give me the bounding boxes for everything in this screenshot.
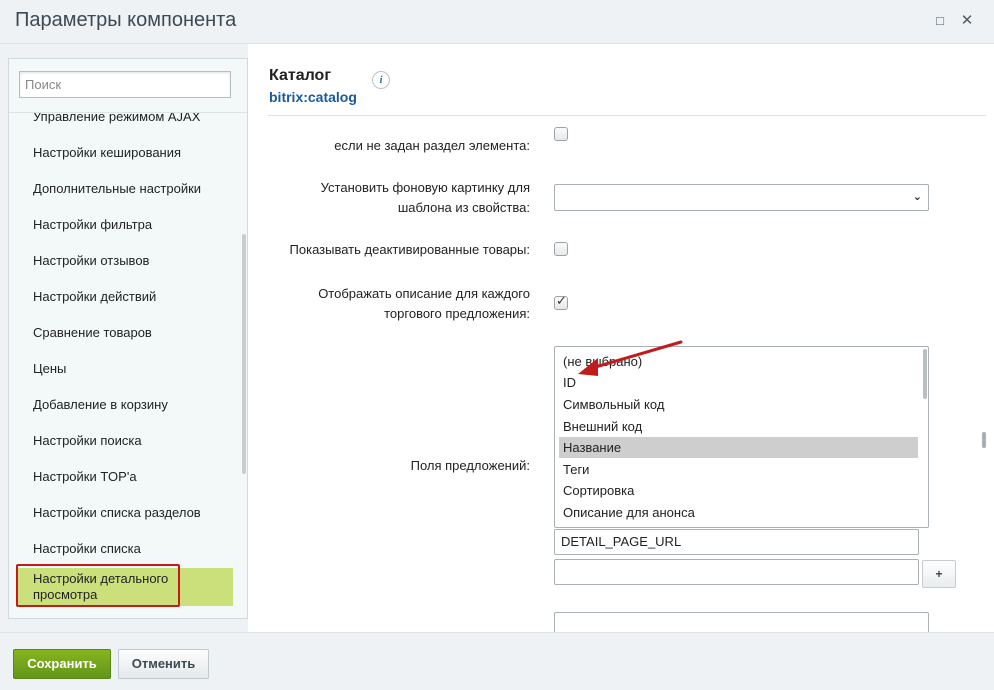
list-option-selected[interactable]: Название <box>559 437 918 458</box>
sidebar-item-top[interactable]: Настройки TOP'a <box>17 459 233 495</box>
sidebar-item-cache[interactable]: Настройки кеширования <box>17 135 233 171</box>
list-option[interactable]: Символьный код <box>559 394 918 415</box>
sidebar-item-prices[interactable]: Цены <box>17 351 233 387</box>
background-property-select[interactable]: ⌄ <box>554 184 929 211</box>
sidebar-item-label: Настройки TOP'a <box>33 469 137 484</box>
dialog-titlebar: Параметры компонента □ ✕ <box>0 0 994 44</box>
row1-checkbox[interactable] <box>554 127 568 141</box>
maximize-icon[interactable]: □ <box>933 14 947 28</box>
sidebar-item-label: Настройки отзывов <box>33 253 150 268</box>
component-code: bitrix:catalog <box>269 89 357 105</box>
sidebar-item-label: Настройки детального просмотра <box>33 571 169 602</box>
sidebar-scrollbar[interactable] <box>242 234 246 474</box>
dialog-title: Параметры компонента <box>15 9 237 31</box>
sidebar-item-label: Управление режимом AJAX <box>33 112 201 124</box>
next-field-input[interactable] <box>554 612 929 632</box>
sidebar-item-label: Настройки действий <box>33 289 157 304</box>
row-label: если не задан раздел элемента: <box>334 138 530 153</box>
sidebar-item-label: Настройки фильтра <box>33 217 153 232</box>
sidebar-item-detail[interactable]: Настройки детального просмотра <box>17 568 233 606</box>
sidebar-item-label: Настройки списка <box>33 541 141 556</box>
row-label: Поля предложений: <box>410 458 530 473</box>
sidebar-item-label: Добавление в корзину <box>33 397 168 412</box>
sidebar-item-compare[interactable]: Сравнение товаров <box>17 315 233 351</box>
sidebar-item-filter[interactable]: Настройки фильтра <box>17 207 233 243</box>
sidebar-item-label: Сравнение товаров <box>33 325 152 340</box>
annotation-arrow-icon <box>578 340 683 376</box>
row-label: торгового предложения: <box>384 306 530 321</box>
close-icon[interactable]: ✕ <box>960 13 974 28</box>
offer-description-checkbox[interactable] <box>554 294 568 310</box>
extra-field-input-2[interactable] <box>554 559 919 585</box>
sidebar-item-label: Настройки кеширования <box>33 145 182 160</box>
save-button[interactable]: Сохранить <box>13 649 111 679</box>
search-input[interactable] <box>19 71 231 98</box>
sidebar-item-label: Дополнительные настройки <box>33 181 202 196</box>
row-label: шаблона из свойства: <box>397 200 530 215</box>
row-label: Отображать описание для каждого <box>318 286 530 301</box>
list-option[interactable]: Сортировка <box>559 480 918 501</box>
listbox-scrollbar[interactable] <box>923 349 927 399</box>
sidebar-item-additional[interactable]: Дополнительные настройки <box>17 171 233 207</box>
sidebar: Управление режимом AJAX Настройки кеширо… <box>8 58 248 619</box>
sidebar-list: Управление режимом AJAX Настройки кеширо… <box>9 112 247 618</box>
info-icon[interactable]: i <box>372 71 390 89</box>
component-params-dialog: Параметры компонента □ ✕ Управление режи… <box>0 0 994 690</box>
component-title: Каталог <box>269 67 331 84</box>
sidebar-item-basket[interactable]: Добавление в корзину <box>17 387 233 423</box>
main-scrollbar[interactable] <box>982 432 986 448</box>
row-label: Показывать деактивированные товары: <box>289 242 530 257</box>
extra-field-input-1[interactable]: DETAIL_PAGE_URL <box>554 529 919 555</box>
sidebar-item-list[interactable]: Настройки списка <box>17 531 233 567</box>
settings-form: если не задан раздел элемента: Установит… <box>248 116 994 632</box>
chevron-down-icon: ⌄ <box>912 190 922 203</box>
sidebar-item-search[interactable]: Настройки поиска <box>17 423 233 459</box>
list-option[interactable]: Описание для анонса <box>559 502 918 523</box>
show-inactive-checkbox[interactable] <box>554 242 568 256</box>
row-label: Установить фоновую картинку для <box>320 180 530 195</box>
sidebar-item-reviews[interactable]: Настройки отзывов <box>17 243 233 279</box>
sidebar-item-label: Настройки поиска <box>33 433 142 448</box>
list-option[interactable]: Теги <box>559 459 918 480</box>
sidebar-item-label: Цены <box>33 361 67 376</box>
dialog-footer: Сохранить Отменить <box>0 632 994 690</box>
sidebar-item-sections[interactable]: Настройки списка разделов <box>17 495 233 531</box>
add-field-button[interactable]: + <box>922 560 956 588</box>
sidebar-item-ajax[interactable]: Управление режимом AJAX <box>17 112 233 135</box>
cancel-button[interactable]: Отменить <box>118 649 209 679</box>
sidebar-item-actions[interactable]: Настройки действий <box>17 279 233 315</box>
main-panel: Каталог bitrix:catalog i если не задан р… <box>248 44 994 632</box>
list-option[interactable]: Внешний код <box>559 416 918 437</box>
sidebar-item-label: Настройки списка разделов <box>33 505 201 520</box>
